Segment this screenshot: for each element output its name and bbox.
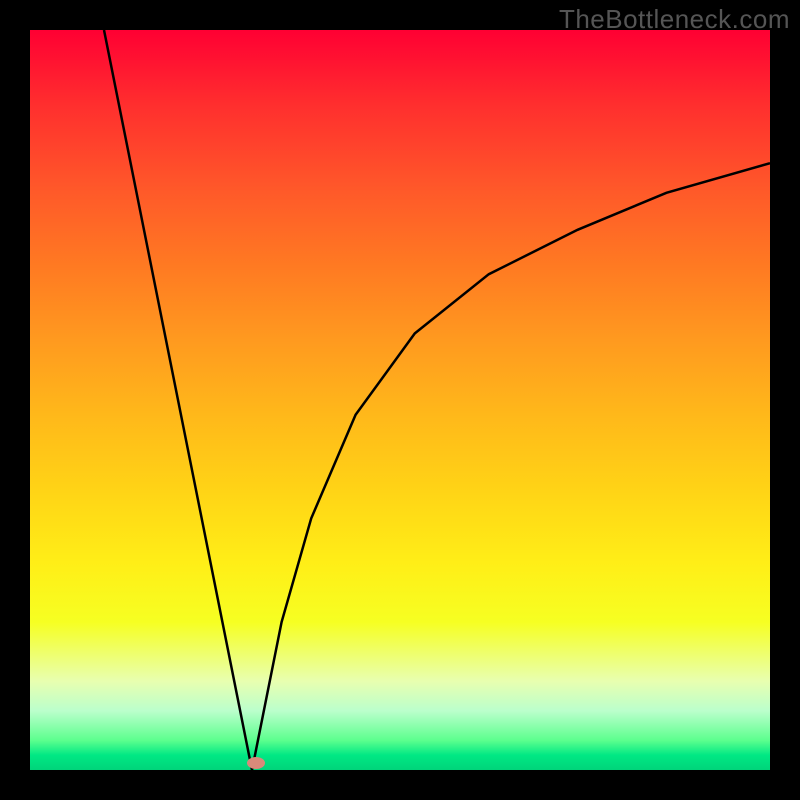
optimum-marker [247, 757, 265, 769]
chart-frame: TheBottleneck.com [0, 0, 800, 800]
curve-path [104, 30, 770, 770]
curve-svg [30, 30, 770, 770]
plot-area [30, 30, 770, 770]
